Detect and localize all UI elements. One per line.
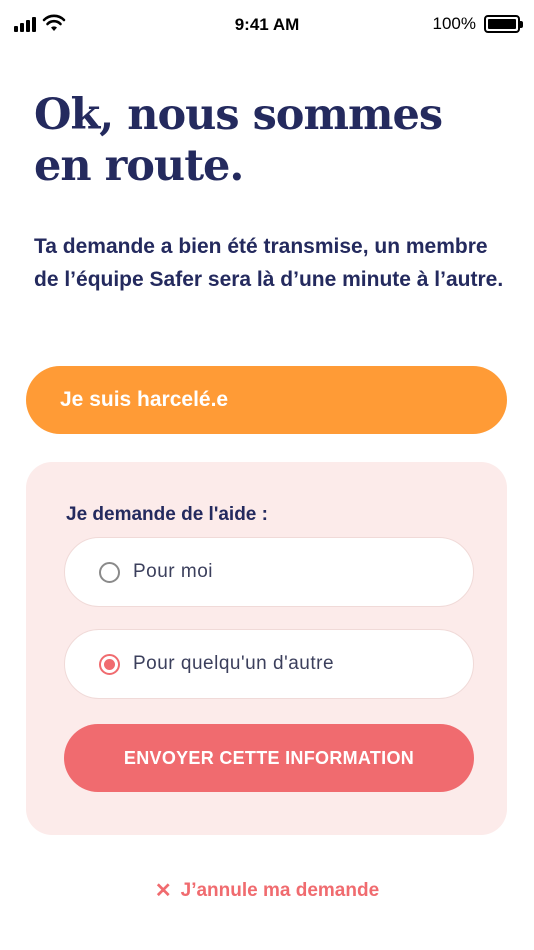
confirmation-message: Ta demande a bien été transmise, un memb… [34,235,504,291]
status-bar: 9:41 AM 100% [0,0,534,50]
page-title: Ok, nous sommes en route. [34,90,443,191]
battery-percentage: 100% [432,14,476,33]
battery-icon [484,15,523,33]
option-label: Pour quelqu'un d'autre [133,653,335,674]
cancel-request-label: J’annule ma demande [180,880,380,901]
close-icon: ✕ [154,880,172,902]
cancel-request-link[interactable]: ✕ J’annule ma demande [0,880,534,902]
send-information-button[interactable]: ENVOYER CETTE INFORMATION [64,724,474,792]
option-for-me[interactable]: Pour moi [64,537,474,607]
option-label: Pour moi [133,561,214,582]
radio-dot [104,658,115,670]
option-for-someone-else[interactable]: Pour quelqu'un d'autre [64,629,474,699]
radio-checked-icon [99,653,120,675]
help-request-label: Je demande de l'aide : [66,504,268,525]
radio-unchecked-icon [99,561,120,583]
status-right: 100% [432,14,523,34]
battery-fill [488,19,516,29]
harassed-button[interactable]: Je suis harcelé.e [26,366,507,434]
help-request-card: Je demande de l'aide : Pour moi Pour que… [26,462,507,835]
